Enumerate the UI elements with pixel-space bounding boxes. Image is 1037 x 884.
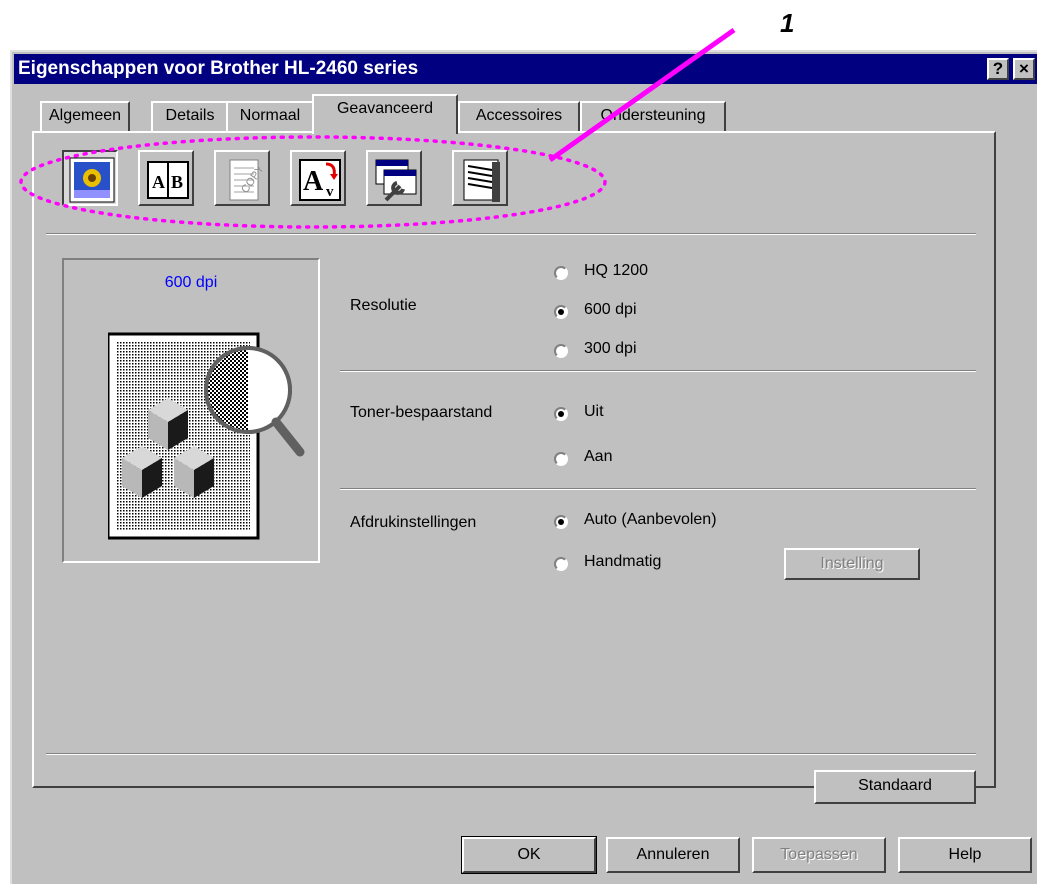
annotation-highlight-ellipse — [19, 135, 607, 229]
annotation-overlay — [19, 27, 736, 229]
annotation-pointer-line — [548, 27, 736, 163]
